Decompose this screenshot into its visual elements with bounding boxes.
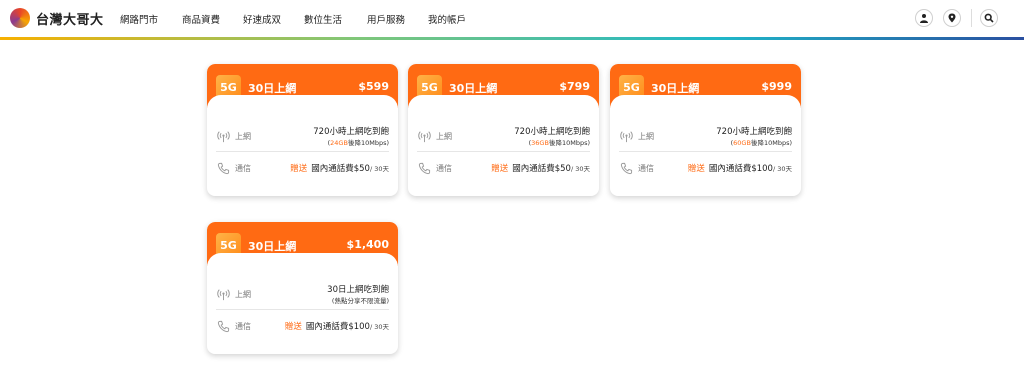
5g-badge: 5G [216, 233, 241, 258]
location-pin-icon[interactable] [943, 9, 961, 27]
plan-card-header: 5G 30日上網 $999 [610, 64, 801, 109]
header-divider [971, 9, 972, 27]
brand-name: 台灣大哥大 [36, 12, 104, 28]
brand-logo[interactable]: 台灣大哥大 [10, 8, 104, 28]
plan-title: 30日上網 [651, 82, 700, 95]
call-row: 通信 贈送 國內通話費$100/ 30天 [216, 316, 389, 336]
plan-card-1400[interactable]: 5G 30日上網 $1,400 上網 30日上網吃到飽 (熱點分享不限流量) 通… [207, 222, 398, 354]
signal-antenna-icon [216, 288, 230, 302]
phone-icon [619, 161, 633, 175]
nav-item-digital-life[interactable]: 數位生活 [304, 12, 367, 26]
call-row: 通信 贈送 國內通話費$50/ 30天 [216, 158, 389, 178]
5g-badge: 5G [216, 75, 241, 100]
call-row: 通信 贈送 國內通話費$50/ 30天 [417, 158, 590, 178]
data-main-text: 720小時上網吃到飽 [716, 126, 792, 137]
user-icon[interactable] [915, 9, 933, 27]
data-label: 上網 [638, 132, 654, 141]
plan-card-header: 5G 30日上網 $1,400 [207, 222, 398, 267]
nav-item-speed-double[interactable]: 好速成双 [243, 12, 304, 26]
header-gradient-bar [0, 37, 1024, 40]
5g-badge: 5G [619, 75, 644, 100]
site-header: 台灣大哥大 網路門市 商品資費 好速成双 數位生活 用戶服務 我的帳戶 [0, 0, 1024, 40]
search-icon[interactable] [980, 9, 998, 27]
call-value: 贈送 國內通話費$50/ 30天 [491, 164, 590, 174]
plan-card-header: 5G 30日上網 $799 [408, 64, 599, 109]
plan-price: $799 [559, 80, 590, 93]
data-sub-text: (24GB後降10Mbps) [327, 138, 389, 147]
data-sub-text: (36GB後降10Mbps) [528, 138, 590, 147]
main-nav: 網路門市 商品資費 好速成双 數位生活 用戶服務 我的帳戶 [120, 12, 488, 26]
signal-antenna-icon [417, 130, 431, 144]
data-row: 上網 720小時上網吃到飽 (36GB後降10Mbps) [417, 122, 590, 152]
plan-card-799[interactable]: 5G 30日上網 $799 上網 720小時上網吃到飽 (36GB後降10Mbp… [408, 64, 599, 196]
plan-title: 30日上網 [248, 82, 297, 95]
data-row: 上網 720小時上網吃到飽 (60GB後降10Mbps) [619, 122, 792, 152]
plan-price: $599 [358, 80, 389, 93]
data-main-text: 720小時上網吃到飽 [514, 126, 590, 137]
call-row: 通信 贈送 國內通話費$100/ 30天 [619, 158, 792, 178]
call-value: 贈送 國內通話費$100/ 30天 [687, 164, 792, 174]
plan-card-999[interactable]: 5G 30日上網 $999 上網 720小時上網吃到飽 (60GB後降10Mbp… [610, 64, 801, 196]
phone-icon [417, 161, 431, 175]
call-value: 贈送 國內通話費$100/ 30天 [284, 322, 389, 332]
plan-title: 30日上網 [449, 82, 498, 95]
phone-icon [216, 161, 230, 175]
nav-item-products[interactable]: 商品資費 [182, 12, 243, 26]
data-label: 上網 [235, 132, 251, 141]
plan-price: $999 [761, 80, 792, 93]
5g-badge: 5G [417, 75, 442, 100]
call-label: 通信 [235, 163, 251, 173]
signal-antenna-icon [619, 130, 633, 144]
nav-item-online-store[interactable]: 網路門市 [120, 12, 182, 26]
call-value: 贈送 國內通話費$50/ 30天 [290, 164, 389, 174]
data-sub-text: (熱點分享不限流量) [331, 296, 389, 305]
data-value: 30日上網吃到飽 (熱點分享不限流量) [275, 284, 389, 306]
call-label: 通信 [638, 163, 654, 173]
plan-price: $1,400 [346, 238, 389, 251]
header-icon-group [915, 9, 1008, 27]
data-main-text: 30日上網吃到飽 [327, 284, 389, 295]
plan-card-header: 5G 30日上網 $599 [207, 64, 398, 109]
data-main-text: 720小時上網吃到飽 [313, 126, 389, 137]
plan-card-599[interactable]: 5G 30日上網 $599 上網 720小時上網吃到飽 (24GB後降10Mbp… [207, 64, 398, 196]
data-value: 720小時上網吃到飽 (36GB後降10Mbps) [476, 126, 590, 148]
data-value: 720小時上網吃到飽 (60GB後降10Mbps) [678, 126, 792, 148]
phone-icon [216, 319, 230, 333]
data-label: 上網 [235, 290, 251, 299]
call-label: 通信 [235, 321, 251, 331]
data-value: 720小時上網吃到飽 (24GB後降10Mbps) [275, 126, 389, 148]
data-row: 上網 30日上網吃到飽 (熱點分享不限流量) [216, 280, 389, 310]
call-label: 通信 [436, 163, 452, 173]
data-row: 上網 720小時上網吃到飽 (24GB後降10Mbps) [216, 122, 389, 152]
plan-title: 30日上網 [248, 240, 297, 253]
signal-antenna-icon [216, 130, 230, 144]
nav-item-my-account[interactable]: 我的帳戶 [428, 12, 488, 26]
logo-icon [10, 8, 30, 28]
nav-item-user-service[interactable]: 用戶服務 [367, 12, 428, 26]
data-label: 上網 [436, 132, 452, 141]
data-sub-text: (60GB後降10Mbps) [730, 138, 792, 147]
